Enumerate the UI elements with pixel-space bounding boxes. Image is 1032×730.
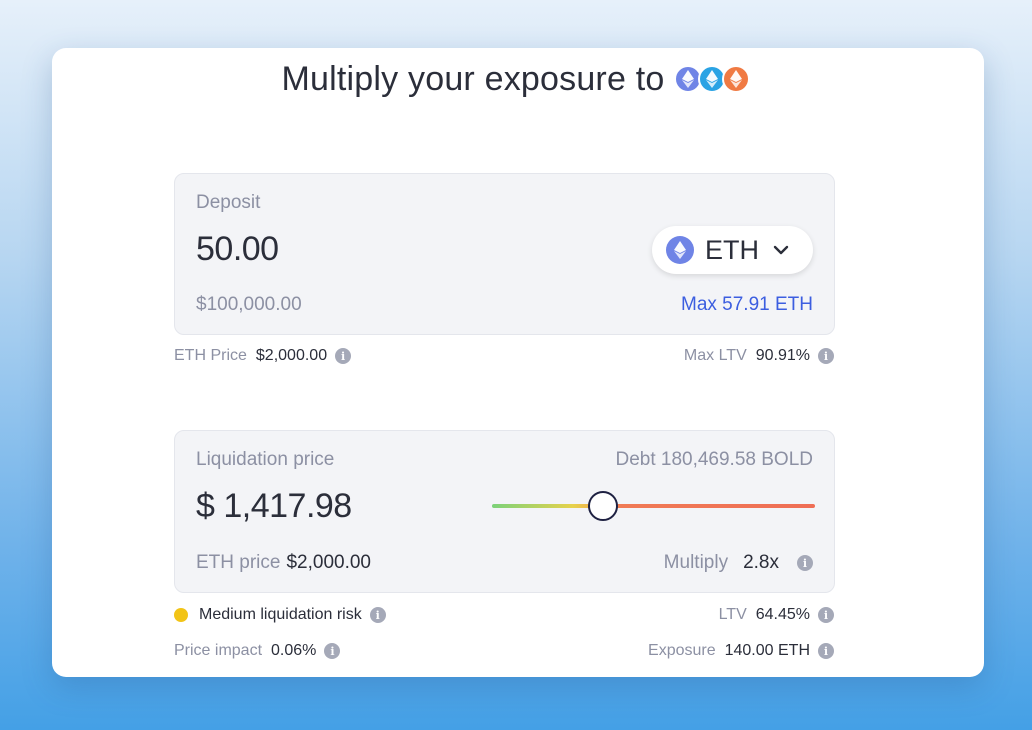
multiply-value: 2.8x (743, 552, 779, 573)
multiply-info: Multiply 2.8x i (664, 552, 813, 574)
price-impact-info: Price impact 0.06% i (174, 642, 341, 660)
page-title: Multiply your exposure to (281, 59, 665, 98)
deposit-amount-input[interactable]: 50.00 (196, 230, 279, 269)
ltv-label: LTV (718, 606, 747, 623)
max-ltv-info: Max LTV 90.91% i (684, 347, 834, 365)
deposit-label: Deposit (196, 192, 261, 213)
eth-price-info: ETH Price $2,000.00 i (174, 347, 352, 365)
deposit-panel: Deposit 50.00 ETH $100,000.00 Max 57.91 … (174, 173, 835, 335)
exposure-value: 140.00 ETH (724, 642, 810, 659)
liquidation-price-label: Liquidation price (196, 449, 335, 470)
liq-eth-price-value: $2,000.00 (286, 552, 371, 573)
liq-eth-price: ETH price $2,000.00 (196, 552, 371, 574)
risk-indicator-dot (174, 608, 188, 622)
info-icon[interactable]: i (324, 643, 341, 659)
max-ltv-label: Max LTV (683, 347, 747, 364)
eth-icon (666, 236, 694, 264)
deposit-usd-value: $100,000.00 (196, 294, 302, 315)
collateral-token-icons (674, 65, 751, 93)
risk-label: Medium liquidation risk (199, 606, 362, 623)
exposure-label: Exposure (648, 642, 716, 659)
info-icon[interactable]: i (369, 607, 386, 623)
liquidation-price-value: $ 1,417.98 (196, 487, 352, 525)
debt-label: Debt 180,469.58 BOLD (615, 449, 813, 470)
slider-thumb[interactable] (588, 491, 619, 521)
price-impact-label: Price impact (174, 642, 263, 659)
max-ltv-value: 90.91% (755, 347, 810, 364)
eth-price-value: $2,000.00 (255, 347, 328, 364)
exposure-info: Exposure 140.00 ETH i (648, 642, 834, 660)
liquidation-panel: Liquidation price Debt 180,469.58 BOLD $… (174, 430, 835, 593)
token-select-button[interactable]: ETH (652, 226, 813, 274)
price-impact-value: 0.06% (271, 642, 317, 659)
liquidation-risk: Medium liquidation risk i (174, 606, 386, 624)
ltv-value: 64.45% (755, 606, 810, 623)
leverage-slider[interactable] (492, 491, 815, 521)
liq-eth-price-label: ETH price (196, 552, 281, 573)
info-icon[interactable]: i (335, 348, 352, 364)
info-icon[interactable]: i (797, 555, 813, 571)
title-row: Multiply your exposure to (0, 58, 1032, 100)
info-icon[interactable]: i (818, 607, 834, 623)
info-icon[interactable]: i (818, 348, 834, 364)
ltv-info: LTV 64.45% i (719, 606, 834, 624)
token-label: ETH (705, 234, 759, 265)
max-amount-button[interactable]: Max 57.91 ETH (681, 294, 813, 316)
chevron-down-icon (773, 245, 789, 255)
slider-track[interactable] (492, 504, 815, 508)
eth-price-label: ETH Price (174, 347, 247, 364)
multiply-label: Multiply (663, 552, 729, 573)
reth-icon (722, 65, 751, 93)
info-icon[interactable]: i (818, 643, 834, 659)
